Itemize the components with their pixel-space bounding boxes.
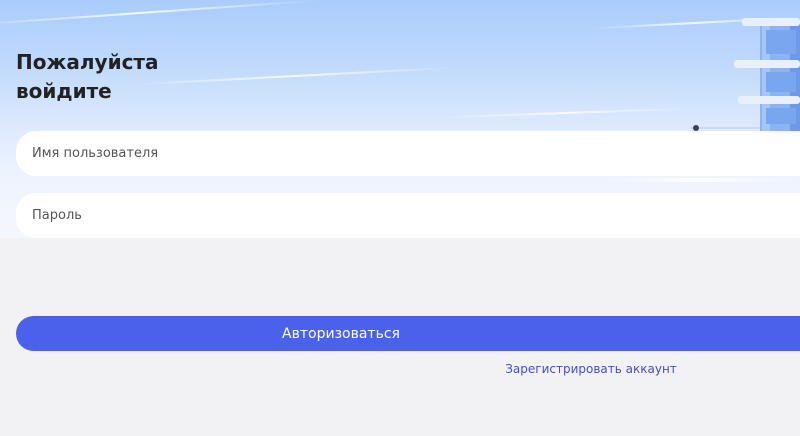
username-field[interactable]: Имя пользователя <box>16 131 800 176</box>
login-button[interactable]: Авторизоваться <box>16 316 800 351</box>
title-line-1: Пожалуйста <box>16 50 159 74</box>
control-tower-illustration <box>690 18 800 132</box>
cloud-streak <box>130 66 460 86</box>
password-placeholder: Пароль <box>32 208 82 223</box>
login-page: Пожалуйста войдите Имя пользователя Паро… <box>0 0 800 436</box>
register-link[interactable]: Зарегистрировать аккаунт <box>0 362 800 376</box>
password-field[interactable]: Пароль <box>16 193 800 238</box>
cloud-streak <box>0 0 320 27</box>
username-placeholder: Имя пользователя <box>32 146 159 161</box>
cloud-streak <box>600 178 800 182</box>
title-line-2: войдите <box>16 79 112 103</box>
cloud-streak <box>440 107 690 119</box>
page-title: Пожалуйста войдите <box>16 48 159 106</box>
login-button-label: Авторизоваться <box>282 325 400 342</box>
